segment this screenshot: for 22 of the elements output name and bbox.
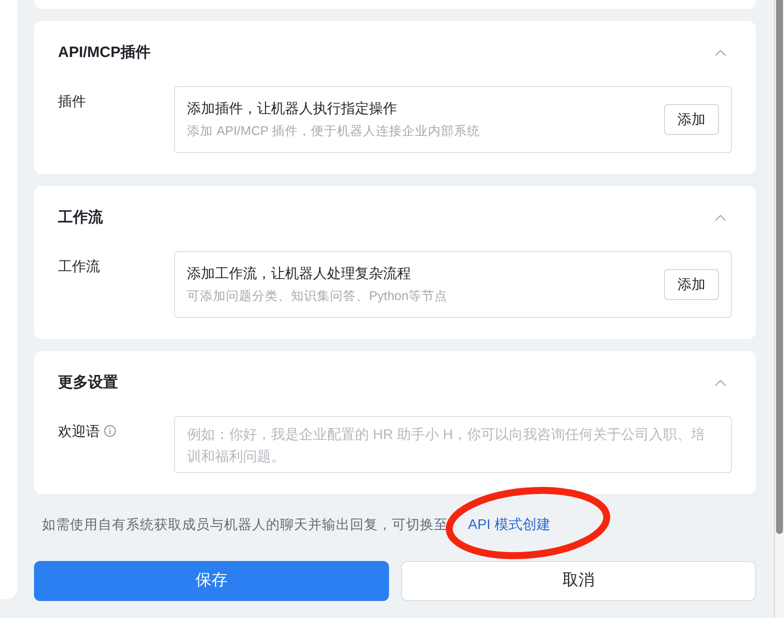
field-label: 工作流: [58, 257, 100, 276]
chevron-up-icon[interactable]: [715, 380, 726, 386]
section-title: API/MCP插件: [58, 43, 151, 63]
add-button[interactable]: 添加: [664, 104, 719, 135]
field-label: 插件: [58, 92, 86, 111]
section-title: 更多设置: [58, 373, 118, 393]
save-button[interactable]: 保存: [34, 561, 389, 601]
cancel-button[interactable]: 取消: [401, 561, 756, 601]
panel-title: 添加插件，让机器人执行指定操作: [187, 99, 398, 118]
panel-description: 添加 API/MCP 插件，便于机器人连接企业内部系统: [187, 123, 480, 140]
chevron-up-icon[interactable]: [715, 215, 726, 221]
section-title: 工作流: [58, 208, 103, 228]
field-label: 欢迎语: [58, 422, 100, 441]
panel-description: 可添加问题分类、知识集问答、Python等节点: [187, 288, 448, 305]
welcome-message-field[interactable]: 例如：你好，我是企业配置的 HR 助手小 H，你可以向我咨询任何关于公司入职、培训和福利问题。: [174, 416, 732, 473]
api-mode-link[interactable]: API 模式创建: [468, 516, 550, 532]
panel-title: 添加工作流，让机器人处理复杂流程: [187, 264, 412, 283]
info-icon[interactable]: [104, 425, 116, 437]
hint-text: 如需使用自有系统获取成员与机器人的聊天并输出回复，可切换至 API 模式创建: [42, 515, 552, 534]
add-button[interactable]: 添加: [664, 269, 719, 300]
chevron-up-icon[interactable]: [715, 50, 726, 56]
scrollbar-thumb[interactable]: [776, 0, 783, 534]
